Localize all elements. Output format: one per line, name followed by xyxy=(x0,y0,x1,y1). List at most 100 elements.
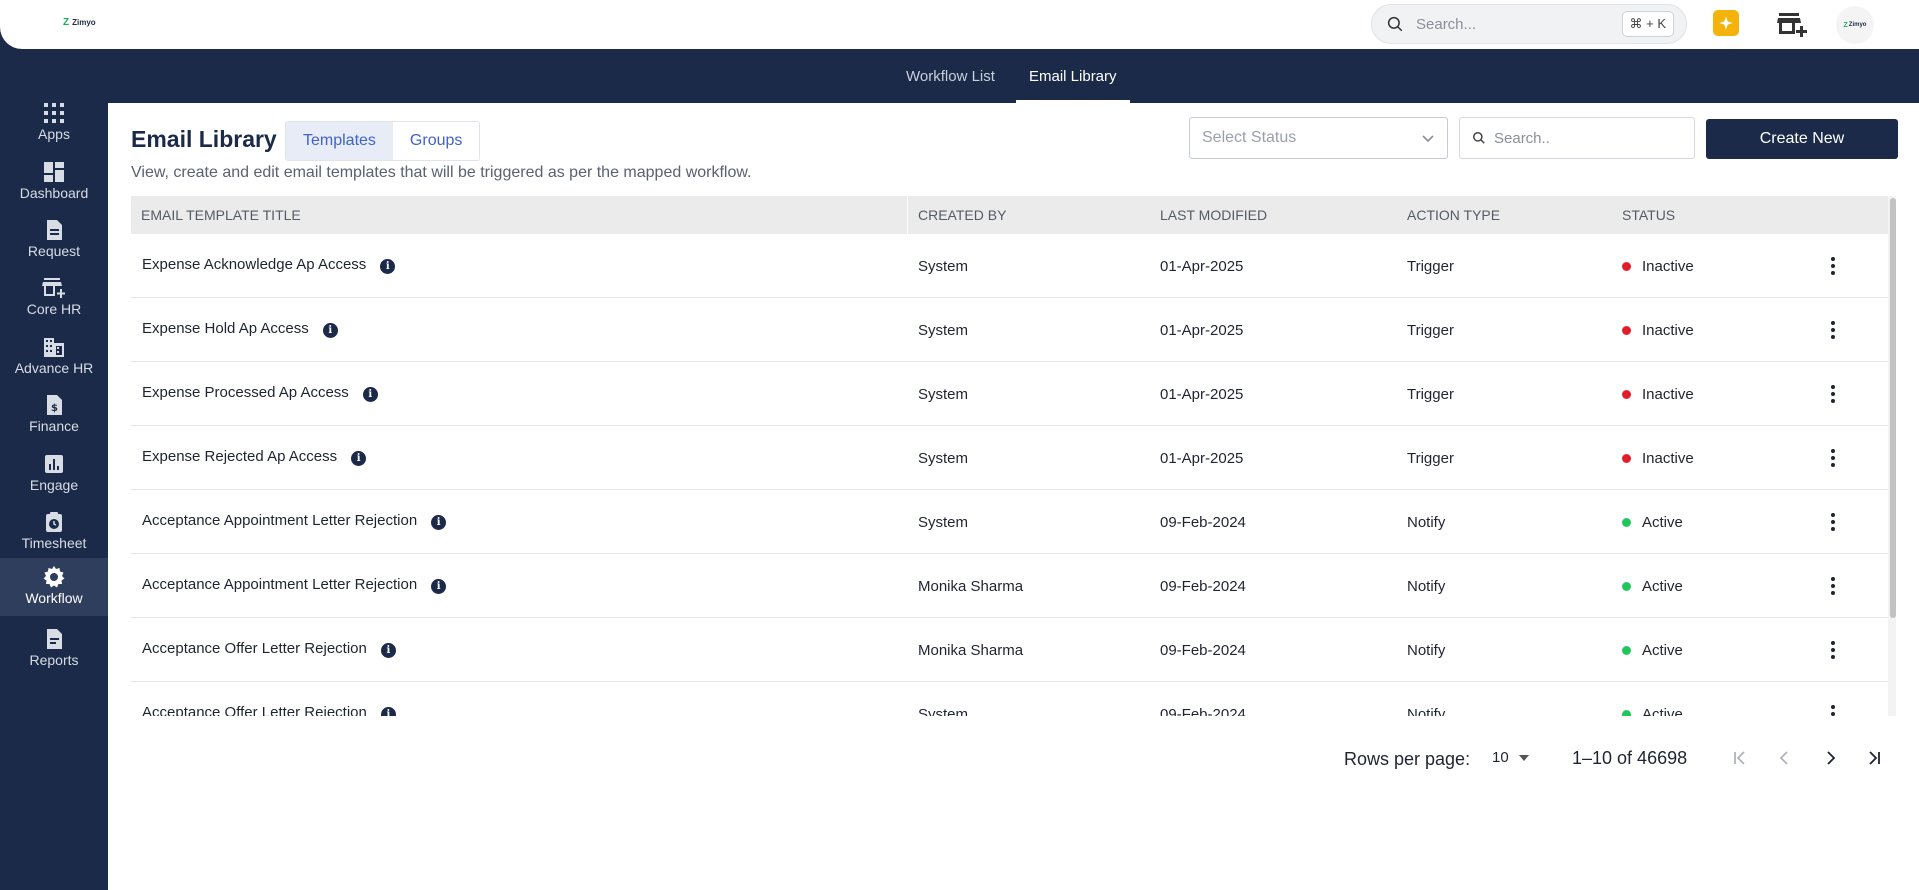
caret-down-icon xyxy=(1518,754,1529,761)
sidebar-label: Finance xyxy=(29,418,79,434)
kebab-dot xyxy=(1831,648,1835,652)
global-search[interactable]: Search... ⌘ + K xyxy=(1371,4,1687,44)
apps-grid-icon xyxy=(44,103,64,123)
document-icon xyxy=(47,220,62,240)
sidebar-item-finance[interactable]: $ Finance xyxy=(0,386,108,444)
previous-page-button[interactable] xyxy=(1770,743,1800,773)
row-actions-menu-icon[interactable] xyxy=(1825,254,1841,278)
template-search-input[interactable]: Search.. xyxy=(1459,117,1695,159)
row-actions-menu-icon[interactable] xyxy=(1825,318,1841,342)
last-modified-cell: 09-Feb-2024 xyxy=(1160,554,1246,618)
action-type-cell-text: Trigger xyxy=(1407,385,1454,403)
status-dot-icon xyxy=(1622,325,1631,335)
tab-email-library[interactable]: Email Library xyxy=(1016,49,1130,103)
store-add-icon[interactable] xyxy=(1777,10,1807,38)
row-actions-menu-icon[interactable] xyxy=(1825,574,1841,598)
kebab-dot xyxy=(1831,321,1835,325)
template-title-cell-text: Acceptance Appointment Letter Rejection xyxy=(142,575,418,593)
sidebar-item-apps[interactable]: Apps xyxy=(0,94,108,152)
last-modified-cell: 09-Feb-2024 xyxy=(1160,682,1246,717)
sidebar-item-reports[interactable]: Reports xyxy=(0,620,108,678)
status-cell: Inactive xyxy=(1622,362,1694,426)
sidebar-label: Workflow xyxy=(25,590,83,606)
column-header-last-modified[interactable]: LAST MODIFIED xyxy=(1160,196,1267,234)
last-modified-cell: 01-Apr-2025 xyxy=(1160,426,1243,490)
status-badge: Inactive xyxy=(1642,385,1694,403)
kebab-dot xyxy=(1831,655,1835,659)
info-icon[interactable]: i xyxy=(431,578,447,594)
chevron-left-icon xyxy=(1779,751,1788,765)
template-title-cell-text: Expense Acknowledge Ap Access xyxy=(142,255,367,273)
column-header-created-by[interactable]: CREATED BY xyxy=(918,196,1006,234)
row-actions-menu-icon[interactable] xyxy=(1825,446,1841,470)
last-modified-cell-text: 01-Apr-2025 xyxy=(1160,257,1244,275)
sidebar-label: Apps xyxy=(38,126,70,142)
column-header-action-type[interactable]: ACTION TYPE xyxy=(1407,196,1500,234)
global-search-placeholder: Search... xyxy=(1416,15,1477,33)
table-row[interactable]: Expense Acknowledge Ap Access i System 01-A… xyxy=(131,234,1888,298)
sidebar-label: Advance HR xyxy=(14,360,94,376)
sidebar-item-timesheet[interactable]: Timesheet xyxy=(0,503,108,561)
sidebar-item-workflow[interactable]: Workflow xyxy=(0,558,108,616)
row-actions-menu-icon[interactable] xyxy=(1825,510,1841,534)
info-icon[interactable]: i xyxy=(362,386,378,402)
info-icon[interactable]: i xyxy=(351,450,367,466)
sidebar-item-engage[interactable]: Engage xyxy=(0,445,108,503)
kebab-dot xyxy=(1831,392,1835,396)
last-page-button[interactable] xyxy=(1859,743,1889,773)
table-row[interactable]: Expense Hold Ap Access i System 01-Apr-2025… xyxy=(131,298,1888,362)
status-dot-icon xyxy=(1622,645,1631,655)
row-actions-menu-icon[interactable] xyxy=(1825,702,1841,716)
column-header-title[interactable]: EMAIL TEMPLATE TITLE xyxy=(141,196,301,234)
zimyo-logo[interactable]: Z Zimyo xyxy=(63,17,96,28)
action-type-cell: Notify xyxy=(1407,618,1445,682)
rows-per-page-select[interactable]: 10 xyxy=(1492,749,1529,766)
tab-templates[interactable]: Templates xyxy=(286,122,393,160)
created-by-cell: System xyxy=(918,298,968,362)
bar-chart-icon xyxy=(45,455,63,473)
table-row[interactable]: Acceptance Appointment Letter Rejection i… xyxy=(131,554,1888,618)
action-type-cell: Notify xyxy=(1407,490,1445,554)
kebab-dot xyxy=(1831,712,1835,716)
action-type-cell: Trigger xyxy=(1407,298,1454,362)
info-icon[interactable]: i xyxy=(322,322,338,338)
table-row[interactable]: Expense Processed Ap Access i System 01-Apr… xyxy=(131,362,1888,426)
table-row[interactable]: Acceptance Appointment Letter Rejection i… xyxy=(131,490,1888,554)
info-icon[interactable]: i xyxy=(380,258,396,274)
status-dot-icon xyxy=(1622,709,1631,716)
create-new-button[interactable]: Create New xyxy=(1706,119,1898,159)
status-cell: Inactive xyxy=(1622,234,1694,298)
next-page-button[interactable] xyxy=(1815,743,1845,773)
status-dot-icon xyxy=(1622,261,1631,271)
ai-assistant-button[interactable] xyxy=(1713,10,1739,36)
info-icon[interactable]: i xyxy=(380,642,396,658)
table-row[interactable]: Acceptance Offer Letter Rejection i System… xyxy=(131,682,1888,716)
sidebar-label: Engage xyxy=(29,477,79,493)
info-icon[interactable]: i xyxy=(431,514,447,530)
status-filter-select[interactable]: Select Status xyxy=(1189,117,1448,159)
sidebar-item-advance-hr[interactable]: Advance HR xyxy=(0,328,108,386)
kebab-dot xyxy=(1831,385,1835,389)
table-row[interactable]: Acceptance Offer Letter Rejection i Monika… xyxy=(131,618,1888,682)
info-icon[interactable]: i xyxy=(380,706,396,716)
first-page-button[interactable] xyxy=(1725,743,1755,773)
sidebar-item-core-hr[interactable]: Core HR xyxy=(0,269,108,327)
table-scrollbar-thumb[interactable] xyxy=(1890,198,1896,618)
sidebar-item-request[interactable]: Request xyxy=(0,211,108,269)
column-header-status[interactable]: STATUS xyxy=(1622,196,1675,234)
top-bar-surface: Z Zimyo Search... ⌘ + K Z Zimyo xyxy=(0,0,1919,49)
row-actions-menu-icon[interactable] xyxy=(1825,638,1841,662)
action-type-cell: Trigger xyxy=(1407,362,1454,426)
table-row[interactable]: Expense Rejected Ap Access i System 01-Apr-… xyxy=(131,426,1888,490)
page-description: View, create and edit email templates th… xyxy=(131,164,752,181)
avatar-text: Zimyo xyxy=(1848,22,1867,28)
row-actions-menu-icon[interactable] xyxy=(1825,382,1841,406)
tab-workflow-list[interactable]: Workflow List xyxy=(906,49,995,103)
tab-groups[interactable]: Groups xyxy=(392,122,480,160)
template-title-cell-text: Acceptance Offer Letter Rejection xyxy=(142,703,367,717)
status-badge: Active xyxy=(1642,705,1683,717)
column-divider xyxy=(907,196,908,234)
sidebar-item-dashboard[interactable]: Dashboard xyxy=(0,153,108,211)
user-avatar[interactable]: Z Zimyo xyxy=(1836,6,1874,44)
last-modified-cell: 09-Feb-2024 xyxy=(1160,618,1246,682)
